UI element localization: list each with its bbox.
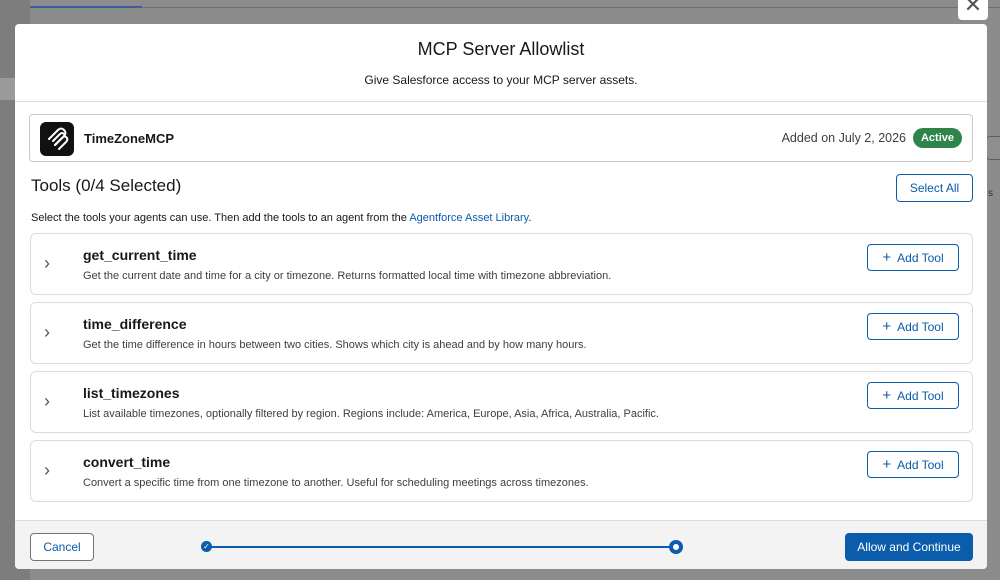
background-button	[986, 136, 1000, 160]
plus-icon: +	[882, 387, 892, 404]
add-tool-label: Add Tool	[897, 389, 944, 403]
chevron-right-icon[interactable]: ›	[44, 390, 60, 412]
tools-help-text: Select the tools your agents can use. Th…	[31, 212, 531, 224]
server-name: TimeZoneMCP	[84, 131, 175, 146]
server-card: TimeZoneMCP Added on July 2, 2026 Active	[29, 114, 973, 162]
help-text-body: Select the tools your agents can use. Th…	[31, 212, 410, 224]
add-tool-button[interactable]: + Add Tool	[867, 382, 959, 409]
tool-description: Get the time difference in hours between…	[83, 339, 587, 351]
modal-footer: Cancel ✓ Allow and Continue	[15, 520, 987, 569]
background-left-strip	[0, 78, 16, 100]
step-current-icon	[669, 540, 683, 554]
tool-row-convert-time: › convert_time Convert a specific time f…	[30, 440, 973, 502]
modal-body: TimeZoneMCP Added on July 2, 2026 Active…	[15, 102, 987, 520]
add-tool-label: Add Tool	[897, 251, 944, 265]
chevron-right-icon[interactable]: ›	[44, 459, 60, 481]
progress-track	[205, 546, 677, 548]
add-tool-label: Add Tool	[897, 458, 944, 472]
cancel-button[interactable]: Cancel	[30, 533, 94, 561]
status-badge: Active	[912, 128, 962, 148]
modal-header: MCP Server Allowlist Give Salesforce acc…	[15, 24, 987, 102]
background-active-tab-indicator	[30, 6, 142, 8]
tool-name: time_difference	[83, 316, 187, 332]
mcp-allowlist-modal: MCP Server Allowlist Give Salesforce acc…	[15, 24, 987, 569]
close-icon[interactable]: ✕	[958, 0, 988, 20]
tool-row-time-difference: › time_difference Get the time differenc…	[30, 302, 973, 364]
tool-name: convert_time	[83, 454, 171, 470]
modal-subtitle: Give Salesforce access to your MCP serve…	[364, 73, 638, 87]
tool-name: list_timezones	[83, 385, 180, 401]
select-all-button[interactable]: Select All	[896, 174, 973, 202]
tool-row-list-timezones: › list_timezones List available timezone…	[30, 371, 973, 433]
mcp-logo-icon	[40, 122, 74, 156]
plus-icon: +	[882, 249, 892, 266]
tool-description: Get the current date and time for a city…	[83, 270, 612, 282]
plus-icon: +	[882, 456, 892, 473]
asset-library-link[interactable]: Agentforce Asset Library	[409, 212, 528, 224]
tool-description: List available timezones, optionally fil…	[83, 408, 659, 420]
tool-description: Convert a specific time from one timezon…	[83, 477, 589, 489]
step-complete-icon: ✓	[201, 541, 212, 552]
add-tool-button[interactable]: + Add Tool	[867, 313, 959, 340]
chevron-right-icon[interactable]: ›	[44, 321, 60, 343]
server-added-date: Added on July 2, 2026	[781, 131, 906, 145]
tool-row-get-current-time: › get_current_time Get the current date …	[30, 233, 973, 295]
plus-icon: +	[882, 318, 892, 335]
add-tool-label: Add Tool	[897, 320, 944, 334]
help-text-suffix: .	[528, 212, 532, 224]
add-tool-button[interactable]: + Add Tool	[867, 451, 959, 478]
tool-name: get_current_time	[83, 247, 197, 263]
chevron-right-icon[interactable]: ›	[44, 252, 60, 274]
tools-heading: Tools (0/4 Selected)	[31, 176, 182, 195]
allow-and-continue-button[interactable]: Allow and Continue	[845, 533, 973, 561]
background-text: s	[988, 188, 993, 199]
background-divider	[142, 7, 1000, 8]
modal-title: MCP Server Allowlist	[417, 39, 585, 59]
add-tool-button[interactable]: + Add Tool	[867, 244, 959, 271]
